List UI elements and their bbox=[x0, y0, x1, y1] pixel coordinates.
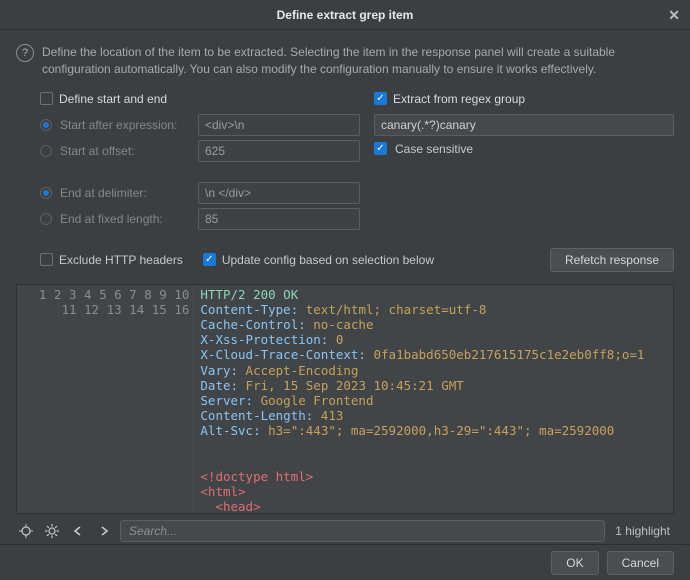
label-define-start-end: Define start and end bbox=[59, 92, 167, 106]
radio-end-delim[interactable] bbox=[40, 187, 52, 199]
gear-icon[interactable] bbox=[42, 521, 62, 541]
input-end-delim[interactable]: \n </div> bbox=[198, 182, 360, 204]
highlight-count: 1 highlight bbox=[611, 524, 674, 538]
prev-match-icon[interactable] bbox=[68, 521, 88, 541]
response-panel[interactable]: 1 2 3 4 5 6 7 8 9 10 11 12 13 14 15 16 H… bbox=[16, 284, 674, 514]
title-bar: Define extract grep item ✕ bbox=[0, 0, 690, 30]
dialog-title: Define extract grep item bbox=[277, 8, 414, 22]
label-end-delim: End at delimiter: bbox=[60, 186, 190, 200]
refetch-button[interactable]: Refetch response bbox=[550, 248, 674, 272]
label-start-offset: Start at offset: bbox=[60, 144, 190, 158]
ok-button[interactable]: OK bbox=[551, 551, 598, 575]
search-input[interactable]: Search... bbox=[120, 520, 605, 542]
input-regex[interactable]: canary(.*?)canary bbox=[374, 114, 674, 136]
label-case-sensitive: Case sensitive bbox=[395, 142, 473, 156]
description-text: Define the location of the item to be ex… bbox=[42, 44, 674, 78]
label-extract-regex: Extract from regex group bbox=[393, 92, 525, 106]
label-exclude-headers: Exclude HTTP headers bbox=[59, 253, 183, 267]
checkbox-exclude-headers[interactable] bbox=[40, 253, 53, 266]
label-update-config: Update config based on selection below bbox=[222, 253, 434, 267]
input-start-offset[interactable]: 625 bbox=[198, 140, 360, 162]
response-code[interactable]: HTTP/2 200 OK Content-Type: text/html; c… bbox=[194, 285, 673, 513]
checkbox-define-start-end[interactable] bbox=[40, 92, 53, 105]
radio-start-offset[interactable] bbox=[40, 145, 52, 157]
panel-regex: Extract from regex group canary(.*?)cana… bbox=[374, 92, 674, 234]
input-end-fixed[interactable]: 85 bbox=[198, 208, 360, 230]
radio-start-after[interactable] bbox=[40, 119, 52, 131]
help-icon[interactable]: ? bbox=[16, 44, 34, 62]
radio-end-fixed[interactable] bbox=[40, 213, 52, 225]
checkbox-extract-regex[interactable] bbox=[374, 92, 387, 105]
label-start-after: Start after expression: bbox=[60, 118, 190, 132]
input-start-after[interactable]: <div>\n bbox=[198, 114, 360, 136]
next-match-icon[interactable] bbox=[94, 521, 114, 541]
checkbox-update-config[interactable] bbox=[203, 253, 216, 266]
panel-start-end: Define start and end Start after express… bbox=[40, 92, 360, 234]
checkbox-case-sensitive[interactable] bbox=[374, 142, 387, 155]
line-gutter: 1 2 3 4 5 6 7 8 9 10 11 12 13 14 15 16 bbox=[17, 285, 194, 513]
cancel-button[interactable]: Cancel bbox=[607, 551, 674, 575]
close-icon[interactable]: ✕ bbox=[668, 7, 680, 24]
label-end-fixed: End at fixed length: bbox=[60, 212, 190, 226]
crosshair-icon[interactable] bbox=[16, 521, 36, 541]
